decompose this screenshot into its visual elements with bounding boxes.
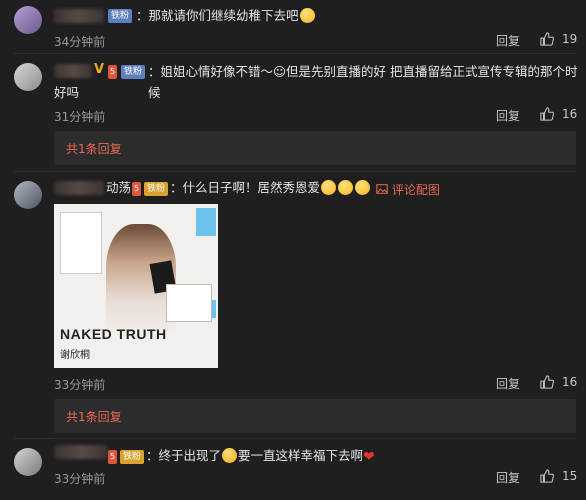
comment-time: 31分钟前 bbox=[54, 110, 106, 124]
reply-button[interactable]: 回复 bbox=[496, 469, 520, 486]
tongue-emoji bbox=[299, 8, 315, 23]
username[interactable] bbox=[54, 445, 108, 459]
comment-image[interactable]: NAKED TRUTH 谢欣桐 bbox=[54, 204, 218, 368]
like-count: 19 bbox=[562, 32, 578, 46]
reply-button[interactable]: 回复 bbox=[496, 107, 520, 124]
thumbs-up-icon bbox=[540, 375, 554, 389]
replies-count-label: 共1条回复 bbox=[66, 142, 122, 156]
album-title: NAKED TRUTH bbox=[60, 326, 167, 342]
fan-badge: 铁粉 bbox=[121, 65, 146, 79]
comment-text: ：终于出现了 要一直这样幸福下去啊❤ bbox=[146, 448, 375, 465]
comment-text-wrap: 好吗 bbox=[54, 85, 80, 100]
album-subtitle: 谢欣桐 bbox=[60, 350, 90, 361]
rank-badge: 5 bbox=[108, 65, 118, 79]
heart-emoji: ❤ bbox=[363, 449, 375, 465]
kiss-emoji bbox=[321, 180, 337, 195]
thumbs-up-icon bbox=[540, 32, 554, 46]
username[interactable] bbox=[54, 9, 104, 23]
username[interactable] bbox=[54, 64, 92, 78]
fan-badge: 铁粉 bbox=[144, 182, 169, 196]
like-count: 16 bbox=[562, 375, 578, 389]
like-button[interactable]: 16 bbox=[540, 107, 577, 121]
divider bbox=[14, 171, 576, 172]
username[interactable] bbox=[54, 181, 104, 195]
username-tail[interactable]: 动荡 bbox=[106, 177, 131, 198]
like-count: 16 bbox=[562, 107, 578, 121]
image-panel-left bbox=[60, 212, 102, 274]
avatar[interactable] bbox=[14, 63, 42, 91]
reply-button[interactable]: 回复 bbox=[496, 32, 520, 49]
thumbs-up-icon bbox=[540, 107, 554, 121]
divider bbox=[14, 53, 576, 54]
like-count: 15 bbox=[562, 469, 578, 483]
verified-v-icon: V bbox=[94, 62, 105, 77]
comment-text: ：什么日子啊！居然秀恩爱 bbox=[170, 177, 371, 198]
avatar[interactable] bbox=[14, 448, 42, 476]
avatar[interactable] bbox=[14, 181, 42, 209]
rank-badge: 5 bbox=[108, 450, 118, 464]
fan-badge: 铁粉 bbox=[108, 9, 133, 23]
replies-expander[interactable]: 共1条回复 bbox=[54, 399, 576, 433]
like-button[interactable]: 19 bbox=[540, 32, 577, 46]
comment-time: 33分钟前 bbox=[54, 472, 106, 486]
image-panel-blue bbox=[196, 208, 216, 236]
like-button[interactable]: 16 bbox=[540, 375, 577, 389]
rank-badge: 5 bbox=[132, 182, 142, 196]
smile-emoji bbox=[355, 180, 371, 195]
comment-text: ：姐姐心情好像不错～☺但是先别直播的好 把直播留给正式宣传专辑的那个时候 bbox=[148, 64, 578, 100]
divider bbox=[14, 438, 576, 439]
image-icon bbox=[376, 184, 388, 194]
replies-count-label: 共1条回复 bbox=[66, 410, 122, 424]
replies-expander[interactable]: 共1条回复 bbox=[54, 131, 576, 165]
comment-time: 33分钟前 bbox=[54, 378, 106, 392]
reply-button[interactable]: 回复 bbox=[496, 375, 520, 392]
fan-badge: 铁粉 bbox=[120, 450, 145, 464]
comment-text: ：那就请你们继续幼稚下去吧 bbox=[136, 5, 316, 26]
like-button[interactable]: 15 bbox=[540, 469, 577, 483]
thumbs-up-icon bbox=[540, 469, 554, 483]
comment-time: 34分钟前 bbox=[54, 35, 106, 49]
love-emoji bbox=[338, 180, 354, 195]
avatar[interactable] bbox=[14, 6, 42, 34]
album-info-card bbox=[166, 284, 212, 322]
comment-picture-link[interactable]: 评论配图 bbox=[376, 181, 440, 198]
crying-emoji bbox=[222, 448, 238, 463]
